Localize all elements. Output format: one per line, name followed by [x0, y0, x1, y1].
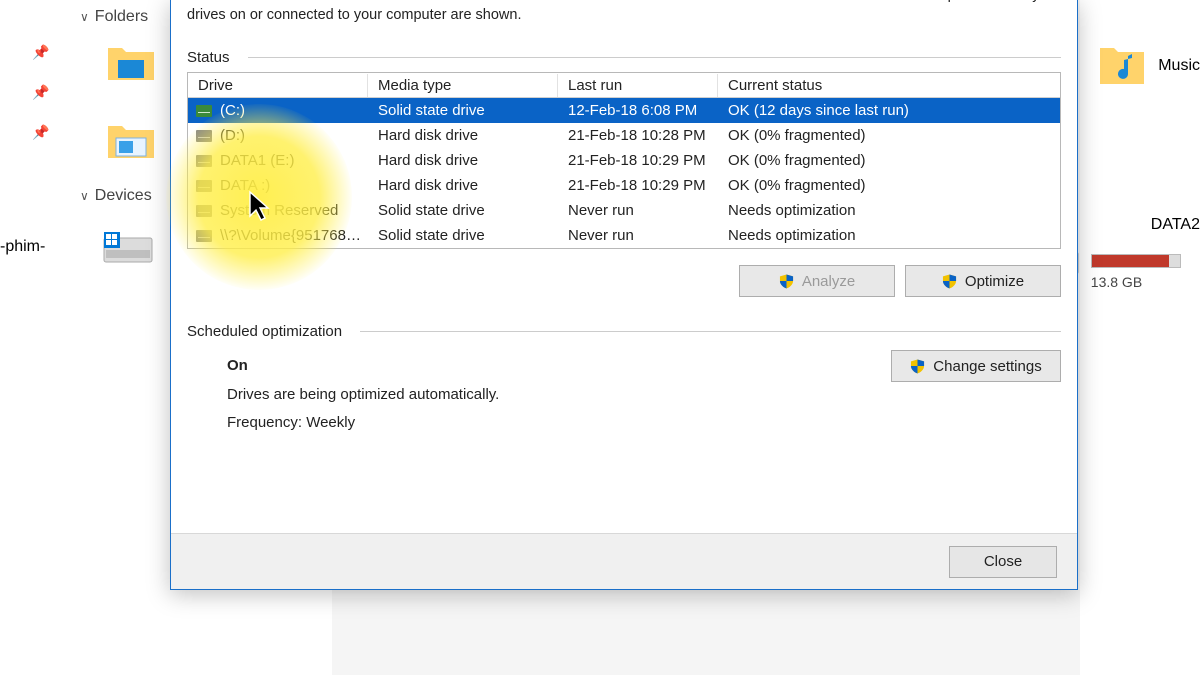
drive-name: (C:) [220, 102, 245, 119]
drive-icon [196, 130, 212, 142]
pin-icon: 📌 [32, 84, 49, 101]
last-run-cell: 21-Feb-18 10:29 PM [558, 175, 718, 196]
drive-row[interactable]: \\?\Volume{951768… Solid state driveNever… [188, 223, 1060, 248]
last-run-cell: 21-Feb-18 10:29 PM [558, 150, 718, 171]
drive-row[interactable]: (C:) Solid state drive12-Feb-18 6:08 PMOK… [188, 98, 1060, 123]
drive-row[interactable]: DATA :) Hard disk drive21-Feb-18 10:29 PM… [188, 173, 1060, 198]
media-type-cell: Hard disk drive [368, 175, 558, 196]
uac-shield-icon [910, 358, 925, 374]
music-folder-item[interactable]: Music [1098, 42, 1200, 90]
col-last-run[interactable]: Last run [558, 74, 718, 97]
current-status-cell: OK (0% fragmented) [718, 175, 1038, 196]
status-section-label: Status [187, 49, 230, 66]
col-media[interactable]: Media type [368, 74, 558, 97]
drive-name: DATA1 (E:) [220, 152, 294, 169]
pin-icon: 📌 [32, 124, 49, 141]
folders-group-header[interactable]: ∨ Folders [72, 6, 148, 28]
analyze-button[interactable]: Analyze [739, 265, 895, 297]
sidebar-item-label[interactable]: -phim- [0, 238, 45, 256]
media-type-cell: Solid state drive [368, 200, 558, 221]
drive-name: (D:) [220, 127, 245, 144]
drive-icon [196, 105, 212, 117]
data2-label: DATA2 [1151, 216, 1200, 233]
listview-header[interactable]: Drive Media type Last run Current status [188, 73, 1060, 98]
uac-shield-icon [942, 273, 957, 289]
optimize-button[interactable]: Optimize [905, 265, 1061, 297]
drive-name-cell: System Reserved [188, 200, 368, 221]
col-drive[interactable]: Drive [188, 74, 368, 97]
chevron-down-icon: ∨ [72, 10, 89, 24]
analyze-label: Analyze [802, 273, 855, 290]
uac-shield-icon [779, 273, 794, 289]
media-type-cell: Hard disk drive [368, 150, 558, 171]
last-run-cell: Never run [558, 225, 718, 246]
drive-icon [196, 155, 212, 167]
last-run-cell: 12-Feb-18 6:08 PM [558, 100, 718, 121]
drive-name-cell: (D:) [188, 125, 368, 146]
drive-row[interactable]: DATA1 (E:) Hard disk drive21-Feb-18 10:29… [188, 148, 1060, 173]
current-status-cell: OK (12 days since last run) [718, 100, 1038, 121]
drive-name: DATA :) [220, 177, 270, 194]
explorer-content-right: Music DATA2 13.8 GB [1080, 0, 1200, 675]
divider [248, 57, 1061, 58]
drive-name-cell: (C:) [188, 100, 368, 121]
divider [360, 331, 1061, 332]
last-run-cell: Never run [558, 200, 718, 221]
folder-pictures-icon[interactable] [106, 122, 156, 162]
drive-icon [196, 205, 212, 217]
col-status[interactable]: Current status [718, 74, 1038, 97]
music-folder-icon [1098, 42, 1146, 90]
optimize-label: Optimize [965, 273, 1024, 290]
close-button[interactable]: Close [949, 546, 1057, 578]
schedule-state: On [227, 352, 499, 381]
current-status-cell: OK (0% fragmented) [718, 150, 1038, 171]
drive-icon [196, 180, 212, 192]
drive-name-cell: DATA :) [188, 175, 368, 196]
devices-label: Devices [95, 187, 152, 205]
change-settings-label: Change settings [933, 358, 1041, 375]
drive-name: System Reserved [220, 202, 338, 219]
drive-name-cell: DATA1 (E:) [188, 150, 368, 171]
drive-icon [196, 230, 212, 242]
chevron-down-icon: ∨ [72, 189, 89, 203]
data2-drive-item[interactable]: DATA2 13.8 GB [1151, 216, 1200, 234]
media-type-cell: Hard disk drive [368, 125, 558, 146]
folders-label: Folders [95, 8, 148, 26]
close-label: Close [984, 553, 1022, 570]
change-settings-button[interactable]: Change settings [891, 350, 1061, 382]
schedule-desc: Drives are being optimized automatically… [227, 381, 499, 410]
music-label: Music [1158, 57, 1200, 75]
capacity-bar [1091, 254, 1181, 268]
media-type-cell: Solid state drive [368, 225, 558, 246]
drive-row[interactable]: (D:) Hard disk drive21-Feb-18 10:28 PMOK … [188, 123, 1060, 148]
dialog-intro-text: you can optimize your drives to help you… [171, 0, 1077, 35]
drive-row[interactable]: System Reserved Solid state driveNever ru… [188, 198, 1060, 223]
current-status-cell: OK (0% fragmented) [718, 125, 1038, 146]
last-run-cell: 21-Feb-18 10:28 PM [558, 125, 718, 146]
dialog-footer: Close [171, 533, 1077, 589]
data2-size: 13.8 GB [1091, 274, 1142, 290]
current-status-cell: Needs optimization [718, 225, 1038, 246]
current-status-cell: Needs optimization [718, 200, 1038, 221]
media-type-cell: Solid state drive [368, 100, 558, 121]
scheduled-section-label: Scheduled optimization [187, 323, 342, 340]
optimize-drives-dialog: you can optimize your drives to help you… [170, 0, 1078, 590]
os-drive-icon[interactable] [102, 230, 154, 268]
devices-group-header[interactable]: ∨ Devices [72, 185, 152, 207]
pin-icon: 📌 [32, 44, 49, 61]
drives-listview[interactable]: Drive Media type Last run Current status… [187, 72, 1061, 249]
drive-name-cell: \\?\Volume{951768… [188, 225, 368, 246]
schedule-frequency: Frequency: Weekly [227, 409, 499, 438]
folder-desktop-icon[interactable] [106, 44, 156, 84]
drive-name: \\?\Volume{951768… [220, 227, 361, 244]
